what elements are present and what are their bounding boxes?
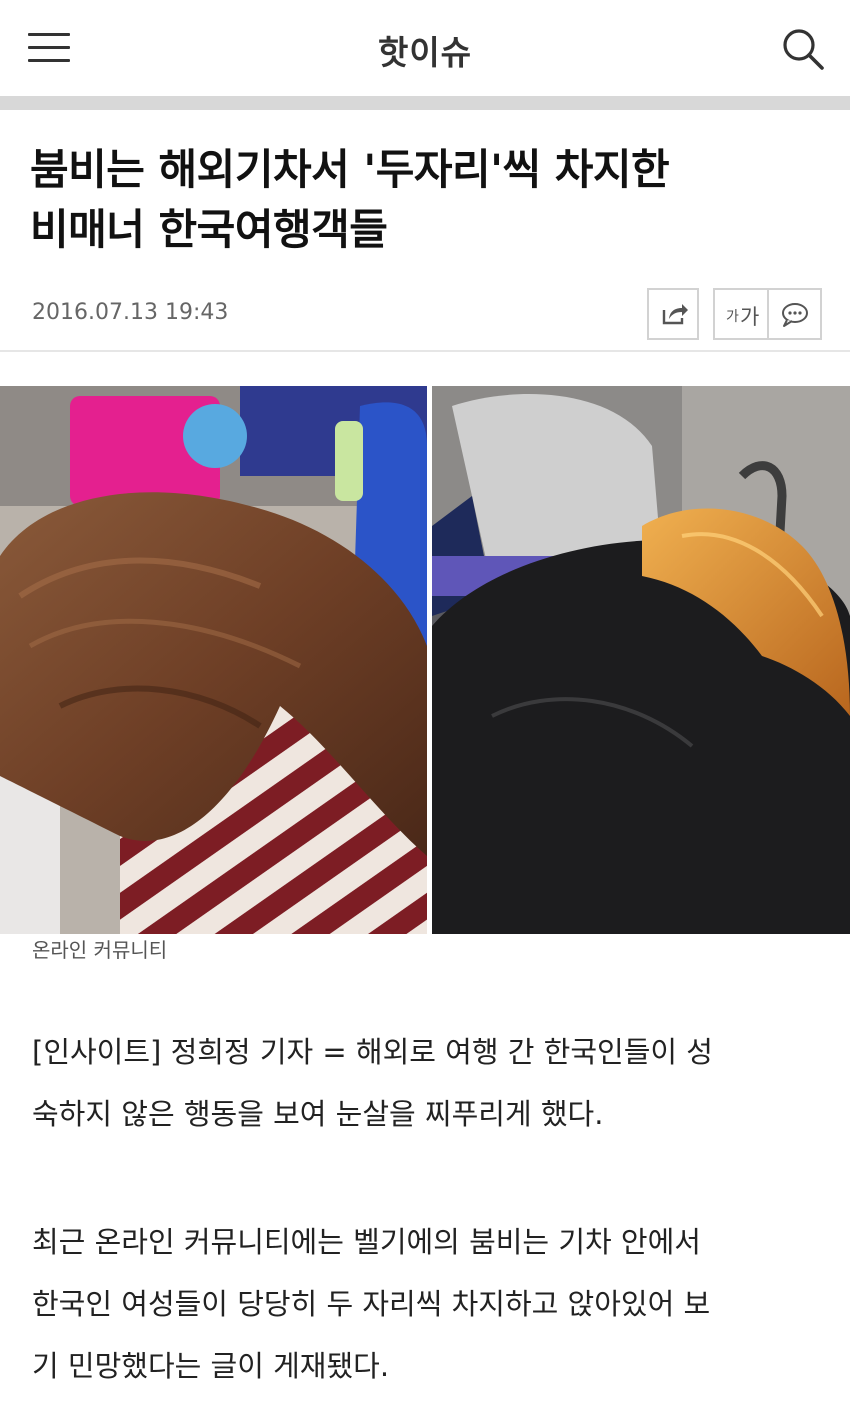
article-paragraph: 최근 온라인 커뮤니티에는 벨기에의 붐비는 기차 안에서 한국인 여성들이 당… xyxy=(32,1211,822,1397)
article-photo-left xyxy=(0,386,427,934)
comment-button[interactable] xyxy=(767,288,822,340)
comment-icon xyxy=(782,303,808,327)
section-title: 핫이슈 xyxy=(377,33,473,72)
search-icon[interactable] xyxy=(780,26,826,72)
paragraph-line: [인사이트] 정희정 기자 = 해외로 여행 간 한국인들이 성 xyxy=(32,1035,713,1069)
font-size-small-label: 가 xyxy=(726,309,739,325)
meta-divider xyxy=(0,350,850,352)
share-button[interactable] xyxy=(647,288,699,340)
paragraph-line: 기 민망했다는 글이 게재됐다. xyxy=(32,1349,390,1383)
paragraph-line: 숙하지 않은 행동을 보여 눈살을 찌푸리게 했다. xyxy=(32,1097,604,1131)
article-headline: 붐비는 해외기차서 '두자리'씩 차지한 비매너 한국여행객들 xyxy=(30,140,830,260)
headline-line: 비매너 한국여행객들 xyxy=(30,205,388,254)
article-paragraph: [인사이트] 정희정 기자 = 해외로 여행 간 한국인들이 성 숙하지 않은 … xyxy=(32,1021,822,1145)
font-size-button[interactable]: 가 가 xyxy=(713,288,769,340)
paragraph-line: 최근 온라인 커뮤니티에는 벨기에의 붐비는 기차 안에서 xyxy=(32,1225,701,1259)
article-photo-right xyxy=(432,386,850,934)
header-divider xyxy=(0,96,850,110)
paragraph-line: 한국인 여성들이 당당히 두 자리씩 차지하고 앉아있어 보 xyxy=(32,1287,711,1321)
share-icon xyxy=(662,304,688,325)
headline-line: 붐비는 해외기차서 '두자리'씩 차지한 xyxy=(30,145,670,194)
publish-date: 2016.07.13 19:43 xyxy=(32,300,229,325)
top-navigation-bar: 핫이슈 xyxy=(0,0,850,96)
photo-caption: 온라인 커뮤니티 xyxy=(32,938,168,962)
font-size-large-label: 가 xyxy=(740,305,760,329)
